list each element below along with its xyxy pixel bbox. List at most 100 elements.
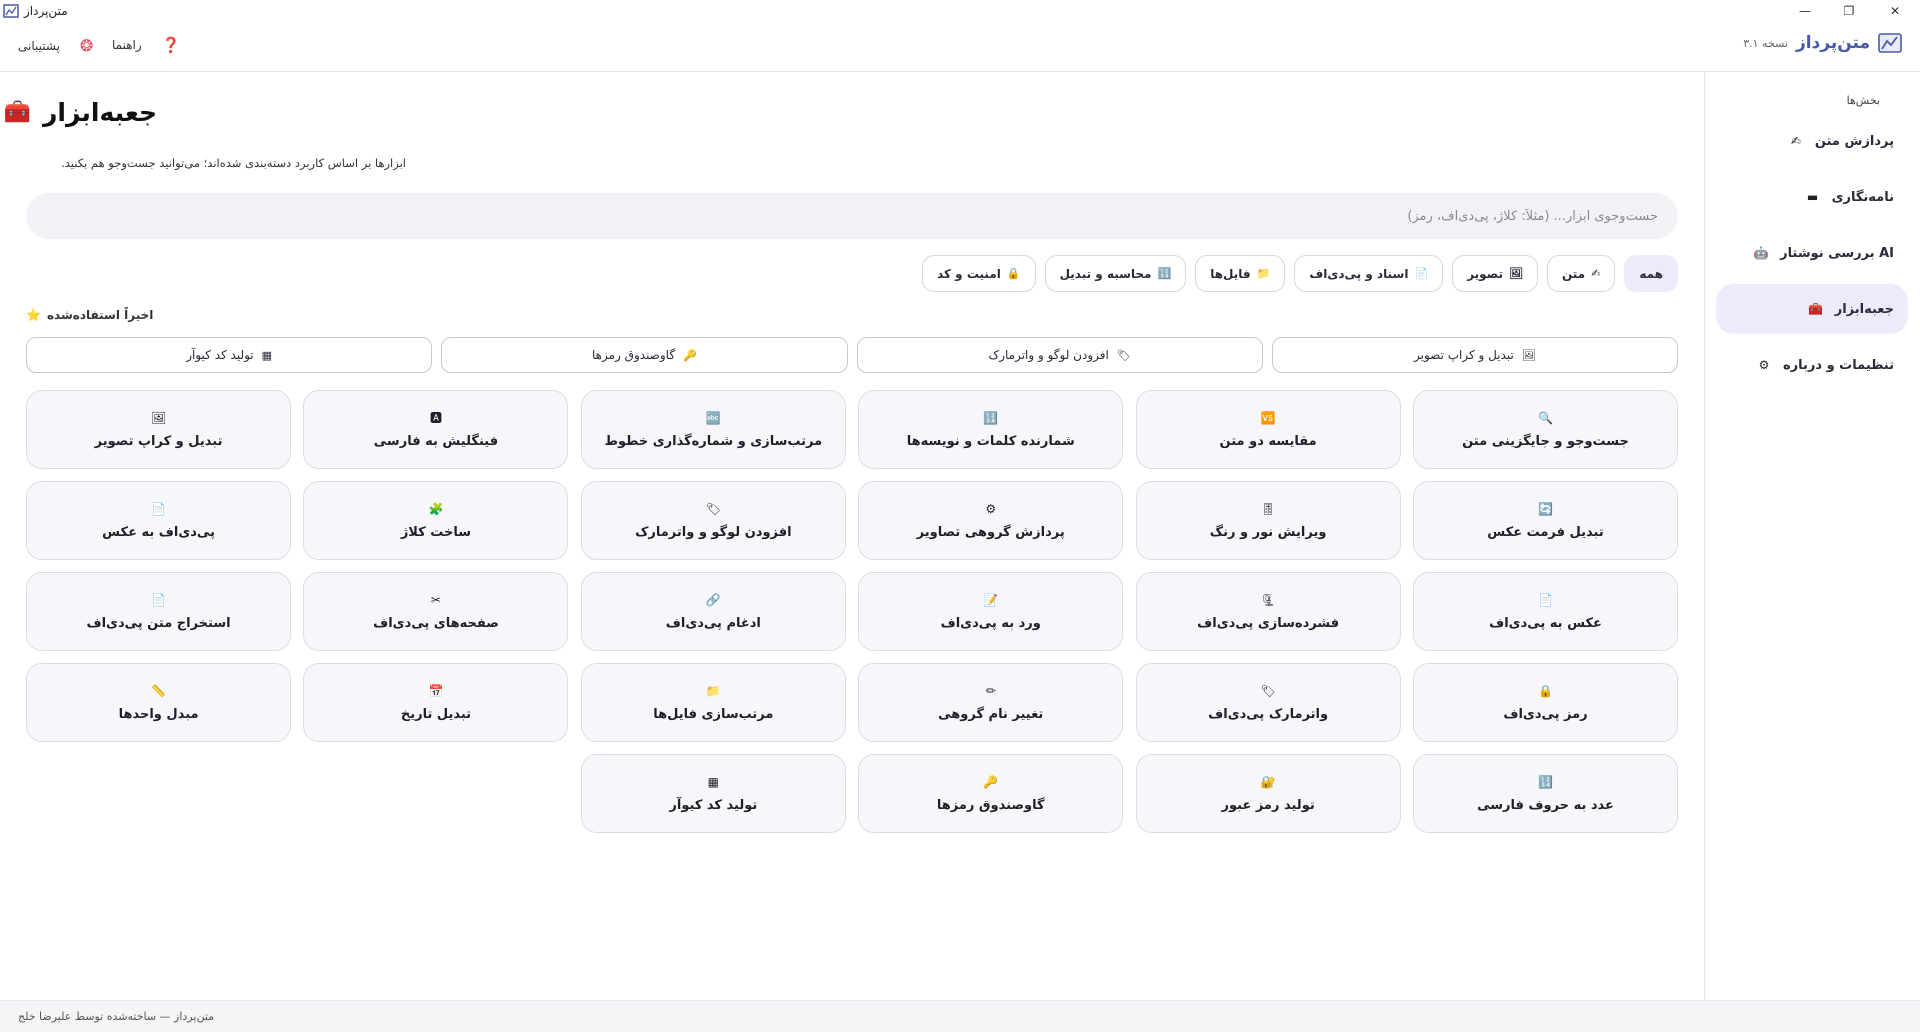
tool-card[interactable]: 📄 پی‌دی‌اف به عکس	[26, 481, 292, 560]
help-link[interactable]: راهنما ❓	[112, 36, 180, 54]
tool-label: تولید کد کیوآر	[669, 797, 758, 813]
tool-card[interactable]: 🔗 ادغام پی‌دی‌اف	[580, 572, 846, 651]
maximize-button[interactable]: ❐	[1826, 0, 1872, 22]
sidebar-title: بخش‌ها	[1846, 94, 1880, 107]
tool-card[interactable]: ⚙ پردازش گروهی تصاویر	[858, 481, 1124, 560]
tool-icon: 🆚	[1260, 410, 1276, 425]
tool-card[interactable]: 🅰 فینگلیش به فارسی	[303, 390, 569, 469]
support-link[interactable]: پشتیبانی ❂	[18, 36, 93, 55]
sidebar-item-settings[interactable]: ⚙ تنظیمات و درباره	[1716, 340, 1908, 390]
tool-label: گاوصندوق رمزها	[936, 797, 1045, 813]
window-titlebar: متن‌پرداز — ❐ ✕	[0, 0, 1920, 22]
chip-text[interactable]: ✍ متن	[1546, 255, 1616, 292]
chip-image[interactable]: 🖼 تصویر	[1452, 255, 1538, 292]
tool-card[interactable]: 🖼 تبدیل و کراپ تصویر	[26, 390, 292, 469]
tool-label: ورد به پی‌دی‌اف	[940, 615, 1041, 631]
tool-label: مقایسه دو متن	[1219, 433, 1317, 449]
tool-icon: 🖼	[150, 410, 167, 425]
close-button[interactable]: ✕	[1872, 0, 1918, 22]
app-logo-icon	[1878, 33, 1902, 53]
chip-files[interactable]: 📁 فایل‌ها	[1195, 255, 1286, 292]
tool-icon: 🧩	[428, 501, 444, 516]
tool-label: ادغام پی‌دی‌اف	[665, 615, 761, 631]
tool-card[interactable]: 🔄 تبدیل فرمت عکس	[1413, 481, 1678, 560]
tool-label: فشرده‌سازی پی‌دی‌اف	[1197, 615, 1340, 631]
sidebar-item-ai-review[interactable]: 🤖 بررسی نوشتار AI	[1716, 228, 1908, 278]
tool-card[interactable]: ✏ تغییر نام گروهی	[858, 663, 1124, 742]
sidebar-item-label: بررسی نوشتار AI	[1780, 245, 1894, 261]
chip-label: تصویر	[1467, 266, 1504, 281]
tool-icon: 🔢	[983, 410, 999, 425]
tool-card[interactable]: 📏 مبدل واحدها	[26, 663, 292, 742]
recent-heading-text: اخیراً استفاده‌شده	[46, 308, 154, 322]
tool-icon: 🔢	[1538, 774, 1553, 789]
recent-tool[interactable]: 🏷 افزودن لوگو و واترمارک	[856, 337, 1263, 373]
tool-icon: 🔑	[983, 774, 999, 789]
tool-card[interactable]: 📝 ورد به پی‌دی‌اف	[858, 572, 1124, 651]
tool-card[interactable]: 🏷 افزودن لوگو و واترمارک	[580, 481, 846, 560]
sidebar-item-label: پردازش متن	[1814, 133, 1894, 149]
tool-card[interactable]: ▦ تولید کد کیوآر	[580, 754, 846, 833]
tool-icon: 📝	[983, 592, 999, 607]
sidebar-item-text-processing[interactable]: ✍ پردازش متن	[1716, 116, 1908, 166]
tool-icon: 🎚	[1260, 501, 1276, 516]
sidebar-item-toolbox[interactable]: 🧰 جعبه‌ابزار	[1716, 284, 1908, 334]
support-label: پشتیبانی	[18, 38, 60, 53]
tool-card[interactable]: 🔒 رمز پی‌دی‌اف	[1413, 663, 1678, 742]
tool-card[interactable]: 🔤 مرتب‌سازی و شماره‌گذاری خطوط	[580, 390, 846, 469]
tag-icon: 🏷	[1116, 348, 1131, 362]
chip-security-code[interactable]: 🔒 امنیت و کد	[922, 255, 1036, 292]
recent-tool-label: افزودن لوگو و واترمارک	[988, 348, 1109, 362]
tool-icon: 🅰	[429, 410, 442, 425]
chip-label: فایل‌ها	[1210, 266, 1251, 281]
search-input[interactable]	[26, 193, 1678, 239]
recent-tool[interactable]: 🔑 گاوصندوق رمزها	[441, 337, 848, 373]
tool-icon: 🔄	[1538, 501, 1553, 516]
tool-card[interactable]: 🔍 جست‌وجو و جایگزینی متن	[1413, 390, 1678, 469]
page-title-text: جعبه‌ابزار	[43, 98, 157, 127]
page-title: جعبه‌ابزار 🧰	[4, 98, 157, 127]
tool-label: مرتب‌سازی و شماره‌گذاری خطوط	[604, 433, 823, 449]
sidebar-item-label: جعبه‌ابزار	[1834, 301, 1894, 317]
numbers-icon: 🔢	[1157, 267, 1172, 280]
sidebar: بخش‌ها ✍ پردازش متن ▬ نامه‌نگاری 🤖 بررسی…	[1704, 72, 1920, 1000]
image-icon: 🖼	[1509, 267, 1523, 280]
tool-label: افزودن لوگو و واترمارک	[635, 524, 792, 540]
tool-card[interactable]: ✂ صفحه‌های پی‌دی‌اف	[303, 572, 569, 651]
tool-card[interactable]: 🔐 تولید رمز عبور	[1135, 754, 1401, 833]
chip-documents-pdf[interactable]: 📄 اسناد و پی‌دی‌اف	[1294, 255, 1444, 292]
tool-icon: ⚙	[985, 501, 997, 516]
sidebar-item-label: نامه‌نگاری	[1831, 189, 1894, 205]
gear-icon: ⚙	[1758, 358, 1770, 372]
recent-tool[interactable]: ▦ تولید کد کیوآر	[26, 337, 433, 373]
recent-heading: اخیراً استفاده‌شده ⭐	[26, 308, 166, 322]
tool-card[interactable]: 📄 استخراج متن پی‌دی‌اف	[26, 572, 292, 651]
tool-icon: 🔤	[705, 410, 721, 425]
tool-card[interactable]: 🗜 فشرده‌سازی پی‌دی‌اف	[1135, 572, 1401, 651]
tool-card[interactable]: 🏷 واترمارک پی‌دی‌اف	[1135, 663, 1401, 742]
toolbox-icon: 🧰	[1808, 302, 1824, 316]
tool-label: پردازش گروهی تصاویر	[916, 524, 1065, 540]
tool-card[interactable]: 🔢 عدد به حروف فارسی	[1413, 754, 1678, 833]
sidebar-item-letters[interactable]: ▬ نامه‌نگاری	[1716, 172, 1908, 222]
tool-card[interactable]: 📅 تبدیل تاریخ	[303, 663, 569, 742]
tool-icon: 🏷	[1260, 683, 1276, 698]
tool-card[interactable]: 🔑 گاوصندوق رمزها	[858, 754, 1124, 833]
recent-tool[interactable]: 🖼 تبدیل و کراپ تصویر	[1271, 337, 1678, 373]
minimize-button[interactable]: —	[1782, 0, 1828, 22]
minimize-icon: —	[1799, 4, 1811, 18]
window-title: متن‌پرداز	[24, 4, 68, 18]
page-subtitle: ابزارها بر اساس کاربرد دسته‌بندی شده‌اند…	[61, 156, 406, 170]
tool-card[interactable]: 🔢 شمارنده کلمات و نویسه‌ها	[858, 390, 1124, 469]
app-version: نسخه ۳.۱	[1743, 36, 1788, 50]
tool-card[interactable]: 📁 مرتب‌سازی فایل‌ها	[580, 663, 846, 742]
chip-all[interactable]: همه	[1624, 255, 1678, 292]
tool-card[interactable]: 🆚 مقایسه دو متن	[1135, 390, 1401, 469]
tool-label: ساخت کلاژ	[400, 524, 472, 540]
tool-label: تبدیل تاریخ	[400, 706, 472, 722]
tool-card[interactable]: 🎚 ویرایش نور و رنگ	[1135, 481, 1401, 560]
tool-card[interactable]: 📄 عکس به پی‌دی‌اف	[1413, 572, 1678, 651]
tool-icon: 📅	[428, 683, 444, 698]
tool-card[interactable]: 🧩 ساخت کلاژ	[303, 481, 569, 560]
chip-calc-convert[interactable]: 🔢 محاسبه و تبدیل	[1044, 255, 1187, 292]
